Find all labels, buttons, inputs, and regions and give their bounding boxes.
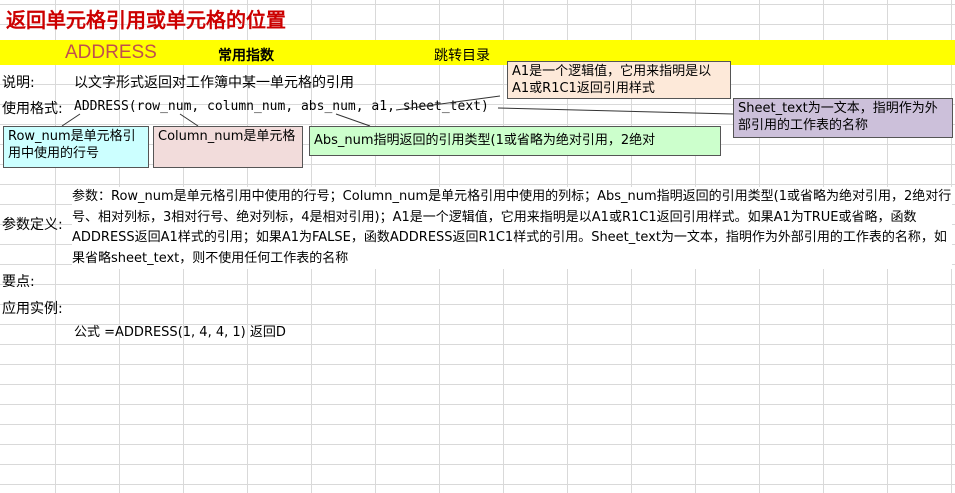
a1-callout: A1是一个逻辑值，它用来指明是以A1或R1C1返回引用样式: [507, 61, 731, 99]
sheet-text-connector: [497, 107, 734, 115]
a1-connector: [395, 95, 501, 111]
row-num-callout: Row_num是单元格引用中使用的行号: [3, 126, 149, 168]
sheet-text-callout: Sheet_text为一文本，指明作为外部引用的工作表的名称: [733, 98, 953, 138]
column-num-callout: Column_num是单元格: [153, 126, 303, 168]
column-num-connector: [179, 113, 199, 127]
example-label: 应用实例:: [2, 301, 63, 317]
abs-num-callout: Abs_num指明返回的引用类型(1或省略为绝对引用，2绝对: [309, 126, 721, 156]
abs-num-connector: [335, 113, 371, 127]
params-text: 参数：Row_num是单元格引用中使用的行号；Column_num是单元格引用中…: [72, 187, 952, 269]
example-formula: 公式 =ADDRESS(1, 4, 4, 1) 返回D: [74, 325, 286, 340]
key-points-label: 要点:: [2, 274, 35, 290]
param-def-label: 参数定义:: [2, 217, 63, 233]
row-num-connector: [61, 113, 81, 127]
